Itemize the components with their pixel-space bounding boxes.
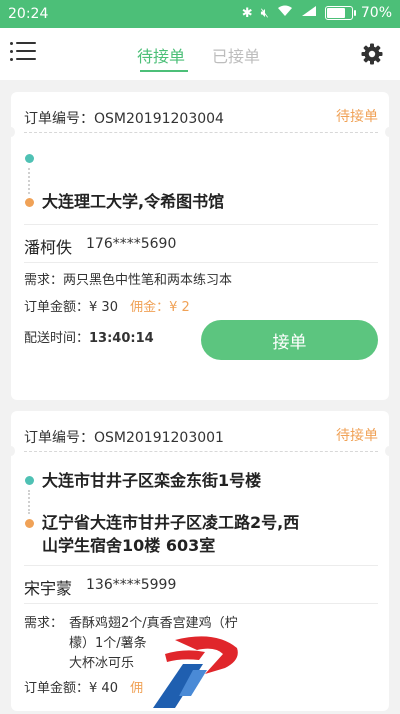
tab-pending[interactable]: 待接单 bbox=[137, 43, 185, 67]
mute-icon: 🔇︎ bbox=[260, 5, 269, 21]
delivery-time: 配送时间：13:40:14 bbox=[24, 331, 154, 346]
accept-order-button[interactable]: 接单 bbox=[201, 320, 378, 360]
order-card[interactable]: 订单编号：OSM20191203004 待接单 大连理工大学,令希图书馆 潘柯佚… bbox=[7, 92, 393, 400]
card-notch bbox=[7, 446, 15, 456]
pickup-dot-icon bbox=[25, 154, 34, 163]
order-number: 订单编号：OSM20191203004 bbox=[24, 111, 224, 127]
pickup-address: 大连市甘井子区栾金东街1号楼 bbox=[42, 471, 262, 490]
tab-accepted[interactable]: 已接单 bbox=[212, 43, 260, 67]
dashed-separator bbox=[24, 451, 378, 452]
commission: 佣金：¥ 2 bbox=[130, 300, 190, 315]
battery-icon bbox=[324, 6, 356, 20]
order-status-badge: 待接单 bbox=[336, 109, 378, 125]
divider bbox=[24, 603, 378, 604]
divider bbox=[24, 224, 378, 225]
menu-icon[interactable] bbox=[10, 42, 36, 62]
order-need: 需求： 香酥鸡翅2个/真香宫建鸡（柠 檬）1个/薯条 大杯冰可乐 bbox=[24, 616, 238, 671]
tab-indicator bbox=[140, 70, 188, 72]
destination-address: 大连理工大学,令希图书馆 bbox=[42, 192, 225, 211]
pickup-dot-icon bbox=[25, 476, 34, 485]
customer-phone[interactable]: 136****5999 bbox=[86, 577, 176, 593]
card-notch bbox=[385, 446, 393, 456]
divider bbox=[24, 262, 378, 263]
app-header: 待接单 已接单 bbox=[0, 28, 400, 80]
order-number: 订单编号：OSM20191203001 bbox=[24, 430, 224, 446]
watermark-logo bbox=[145, 630, 245, 710]
order-amount: 订单金额：¥ 40 佣 bbox=[24, 681, 144, 696]
customer-phone[interactable]: 176****5690 bbox=[86, 236, 176, 252]
divider bbox=[24, 565, 378, 566]
order-status-badge: 待接单 bbox=[336, 428, 378, 444]
signal-icon bbox=[301, 5, 317, 21]
settings-gear-icon[interactable] bbox=[360, 42, 384, 66]
customer-name: 潘柯佚 bbox=[24, 238, 73, 257]
route-dots bbox=[28, 168, 32, 194]
customer-name: 宋宇蒙 bbox=[24, 579, 73, 598]
battery-percent: 70% bbox=[360, 5, 392, 21]
destination-address: 辽宁省大连市甘井子区凌工路2号,西 山学生宿舍10楼 603室 bbox=[42, 513, 300, 555]
order-amount: 订单金额：¥ 30 佣金：¥ 2 bbox=[24, 300, 190, 315]
commission: 佣 bbox=[130, 681, 144, 696]
card-notch bbox=[7, 127, 15, 137]
destination-dot-icon bbox=[25, 198, 34, 207]
card-notch bbox=[385, 127, 393, 137]
dashed-separator bbox=[24, 132, 378, 133]
order-need: 需求：两只黑色中性笔和两本练习本 bbox=[24, 273, 233, 288]
status-icons: ✱ 🔇︎ 70% bbox=[242, 5, 392, 21]
route-dots bbox=[28, 490, 32, 514]
status-bar: 20:24 ✱ 🔇︎ 70% bbox=[0, 0, 400, 28]
destination-dot-icon bbox=[25, 519, 34, 528]
wifi-icon bbox=[277, 5, 293, 21]
status-time: 20:24 bbox=[8, 6, 49, 22]
bluetooth-icon: ✱ bbox=[241, 5, 253, 21]
